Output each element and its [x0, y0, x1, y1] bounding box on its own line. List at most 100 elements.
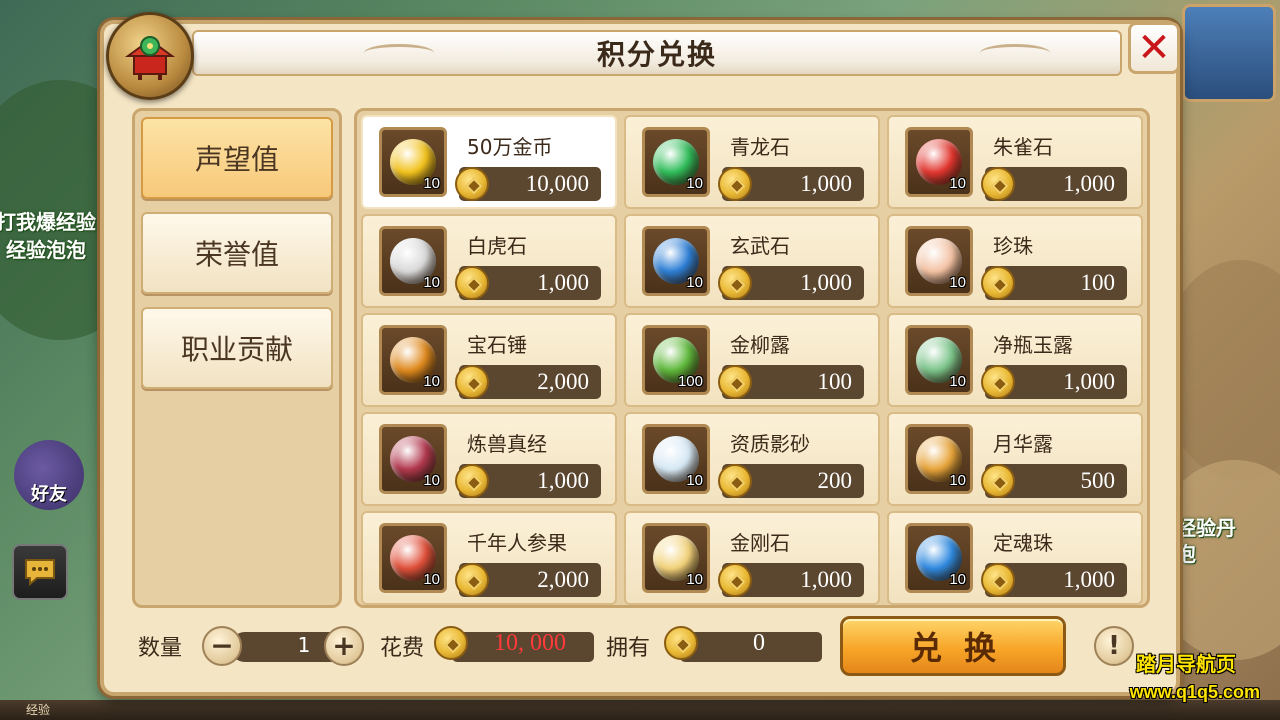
bottom-exp-strip: 经验 [0, 700, 1280, 720]
exp-label: 经验 [26, 703, 51, 717]
item-price: 1,000 [718, 266, 864, 300]
chat-button[interactable] [12, 544, 68, 600]
coin-icon [718, 266, 752, 300]
coin-icon [718, 167, 752, 201]
item-price: 1,000 [981, 167, 1127, 201]
quantity-plus-button[interactable]: + [324, 626, 364, 666]
cost-value: 10, 000 [494, 630, 566, 656]
coin-icon [981, 167, 1015, 201]
points-exchange-dialog: 积分兑换 ✕ 声望值 荣誉值 职业贡献 10 50万金币 10,000 10 青龙石 1,… [100, 12, 1180, 696]
item-price: 1,000 [718, 563, 864, 597]
item-icon-frame: 10 [642, 424, 710, 494]
item-card[interactable]: 10 资质影砂 200 [624, 412, 880, 506]
info-icon: ! [1108, 631, 1120, 661]
coin-icon [981, 365, 1015, 399]
tab-career-contribution[interactable]: 职业贡献 [141, 307, 333, 389]
info-button[interactable]: ! [1094, 626, 1134, 666]
item-name: 资质影砂 [730, 432, 810, 456]
item-card[interactable]: 100 金柳露 100 [624, 313, 880, 407]
item-card[interactable]: 10 玄武石 1,000 [624, 214, 880, 308]
item-name: 50万金币 [467, 135, 553, 159]
item-quantity: 10 [686, 472, 703, 489]
coin-icon [455, 167, 489, 201]
item-name: 白虎石 [467, 234, 527, 258]
player-avatar[interactable] [1182, 4, 1276, 102]
item-name: 珍珠 [993, 234, 1033, 258]
owned-label: 拥有 [606, 636, 651, 661]
item-quantity: 10 [949, 472, 966, 489]
item-price-value: 1,000 [800, 171, 852, 196]
shop-stall-icon [124, 36, 176, 80]
item-card[interactable]: 10 50万金币 10,000 [361, 115, 617, 209]
item-grid-container: 10 50万金币 10,000 10 青龙石 1,000 10 朱雀石 1,000 10 白虎石 1,… [354, 108, 1150, 608]
item-icon-frame: 10 [905, 424, 973, 494]
tab-reputation[interactable]: 声望值 [141, 117, 333, 199]
bg-text-right-1: 经验丹 [1176, 516, 1236, 540]
title-ornament-right [980, 44, 1050, 62]
item-quantity: 10 [686, 274, 703, 291]
item-card[interactable]: 10 净瓶玉露 1,000 [887, 313, 1143, 407]
exchange-button-label: 兑换 [909, 629, 1018, 667]
item-card[interactable]: 10 珍珠 100 [887, 214, 1143, 308]
item-name: 朱雀石 [993, 135, 1053, 159]
tab-honor[interactable]: 荣誉值 [141, 212, 333, 294]
friend-button[interactable]: 好友 [14, 440, 84, 510]
item-icon-frame: 10 [379, 523, 447, 593]
item-card[interactable]: 10 青龙石 1,000 [624, 115, 880, 209]
coin-icon [455, 365, 489, 399]
item-quantity: 10 [949, 274, 966, 291]
item-price-value: 1,000 [1063, 171, 1115, 196]
item-name: 定魂珠 [993, 531, 1053, 555]
item-price: 2,000 [455, 365, 601, 399]
item-icon-frame: 100 [642, 325, 710, 395]
item-quantity: 10 [949, 373, 966, 390]
item-icon-frame: 10 [642, 523, 710, 593]
item-icon-frame: 10 [379, 127, 447, 197]
item-icon-frame: 10 [905, 127, 973, 197]
chat-bubble-icon [25, 559, 55, 587]
category-sidebar: 声望值 荣誉值 职业贡献 [132, 108, 342, 608]
item-price-value: 1,000 [800, 270, 852, 295]
item-name: 玄武石 [730, 234, 790, 258]
item-price-value: 1,000 [537, 270, 589, 295]
item-price-value: 100 [1080, 270, 1116, 295]
item-name: 宝石锤 [467, 333, 527, 357]
item-name: 净瓶玉露 [993, 333, 1073, 357]
item-name: 月华露 [993, 432, 1053, 456]
item-card[interactable]: 10 宝石锤 2,000 [361, 313, 617, 407]
item-icon-frame: 10 [905, 325, 973, 395]
bg-text-left-1: 打我爆经验 [0, 210, 96, 234]
item-price: 1,000 [981, 365, 1127, 399]
plus-icon: + [332, 629, 356, 662]
item-grid: 10 50万金币 10,000 10 青龙石 1,000 10 朱雀石 1,000 10 白虎石 1,… [361, 115, 1147, 605]
title-ornament-left [364, 44, 434, 62]
item-price-value: 1,000 [537, 468, 589, 493]
item-price-value: 200 [817, 468, 853, 493]
quantity-minus-button[interactable]: − [202, 626, 242, 666]
item-price: 1,000 [981, 563, 1127, 597]
item-price: 500 [981, 464, 1127, 498]
item-card[interactable]: 10 朱雀石 1,000 [887, 115, 1143, 209]
item-card[interactable]: 10 月华露 500 [887, 412, 1143, 506]
item-card[interactable]: 10 白虎石 1,000 [361, 214, 617, 308]
cost-label: 花费 [380, 636, 425, 661]
coin-icon [455, 563, 489, 597]
item-icon-frame: 10 [905, 226, 973, 296]
item-quantity: 10 [423, 472, 440, 489]
item-price-value: 10,000 [525, 171, 589, 196]
coin-icon [718, 464, 752, 498]
item-card[interactable]: 10 金刚石 1,000 [624, 511, 880, 605]
item-icon-frame: 10 [379, 325, 447, 395]
coin-icon [434, 626, 468, 660]
item-card[interactable]: 10 千年人参果 2,000 [361, 511, 617, 605]
close-button[interactable]: ✕ [1128, 22, 1180, 74]
item-card[interactable]: 10 定魂珠 1,000 [887, 511, 1143, 605]
item-price: 1,000 [718, 167, 864, 201]
item-quantity: 10 [686, 175, 703, 192]
dialog-title: 积分兑换 [596, 38, 717, 71]
item-icon-frame: 10 [905, 523, 973, 593]
item-card[interactable]: 10 炼兽真经 1,000 [361, 412, 617, 506]
item-price: 2,000 [455, 563, 601, 597]
exchange-button[interactable]: 兑换 [840, 616, 1066, 676]
watermark-url: www.q1q5.com [1129, 682, 1260, 702]
